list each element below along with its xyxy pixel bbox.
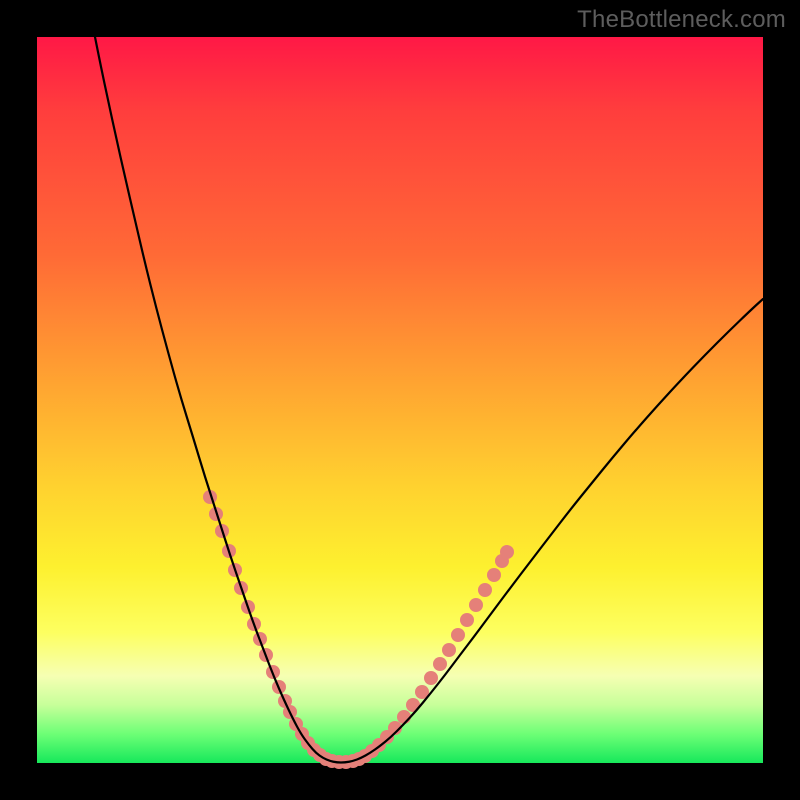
plot-area [37,37,763,763]
highlight-dot [460,613,474,627]
watermark-text: TheBottleneck.com [577,6,786,34]
chart-frame: TheBottleneck.com [0,0,800,800]
highlight-dot [487,568,501,582]
highlight-dot [478,583,492,597]
highlight-dots-layer [203,490,514,769]
highlight-dot [397,710,411,724]
highlight-dot [500,545,514,559]
highlight-dot [433,657,447,671]
highlight-dot [469,598,483,612]
chart-svg [37,37,763,763]
bottleneck-curve [95,37,763,763]
highlight-dot [451,628,465,642]
highlight-dot [424,671,438,685]
highlight-dot [442,643,456,657]
